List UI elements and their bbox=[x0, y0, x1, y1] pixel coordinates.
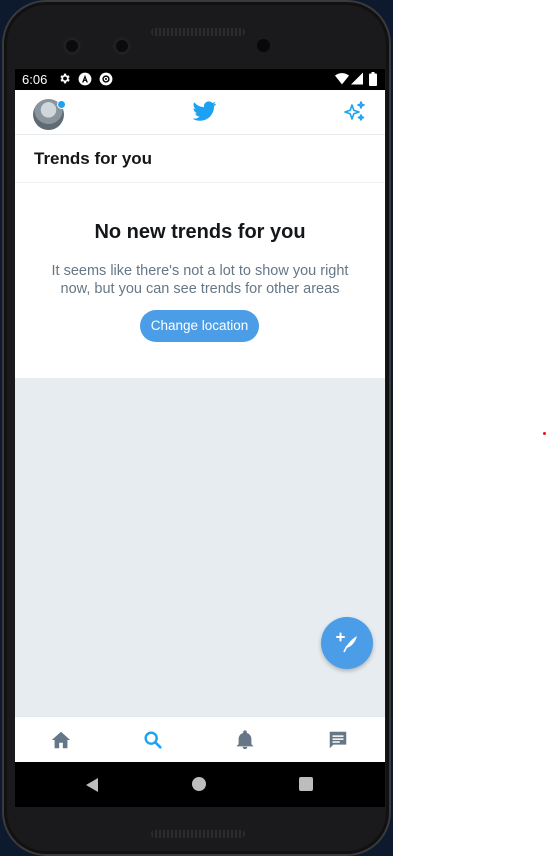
front-camera-secondary bbox=[113, 37, 131, 55]
home-icon[interactable] bbox=[50, 729, 72, 751]
cursor-dot bbox=[543, 432, 546, 435]
status-time: 6:06 bbox=[22, 72, 48, 87]
earpiece-speaker bbox=[151, 28, 245, 36]
a-icon bbox=[78, 72, 92, 89]
empty-state-message: It seems like there's not a lot to show … bbox=[51, 263, 349, 297]
wifi-icon bbox=[335, 72, 349, 88]
signal-icon bbox=[351, 72, 363, 88]
system-navigation-bar bbox=[15, 762, 385, 807]
front-camera bbox=[63, 37, 81, 55]
empty-state-title: No new trends for you bbox=[94, 221, 306, 243]
compose-tweet-icon bbox=[336, 632, 357, 653]
recents-button[interactable] bbox=[299, 777, 313, 791]
bell-icon[interactable] bbox=[234, 729, 256, 751]
app-bar bbox=[15, 90, 385, 135]
screen: 6:06 Trends for you No new trends for yo… bbox=[15, 69, 385, 807]
trends-header: Trends for you bbox=[15, 135, 385, 183]
sparkle-icon[interactable] bbox=[343, 100, 367, 129]
twitter-bird-icon bbox=[191, 99, 218, 128]
home-button[interactable] bbox=[192, 777, 206, 791]
bottom-speaker bbox=[151, 830, 245, 838]
back-button[interactable] bbox=[86, 778, 98, 792]
compose-tweet-button[interactable] bbox=[321, 617, 373, 669]
gear-icon bbox=[58, 72, 71, 88]
search-icon[interactable] bbox=[142, 729, 164, 751]
change-location-button[interactable]: Change location bbox=[140, 310, 259, 342]
status-bar: 6:06 bbox=[15, 69, 385, 90]
notification-dot bbox=[57, 100, 66, 109]
phone-frame: 6:06 Trends for you No new trends for yo… bbox=[2, 0, 391, 856]
page-title: Trends for you bbox=[34, 149, 153, 168]
messages-icon[interactable] bbox=[327, 729, 349, 751]
empty-state-card: No new trends for you It seems like ther… bbox=[15, 183, 385, 378]
proximity-sensor bbox=[257, 39, 270, 52]
sync-icon bbox=[99, 72, 113, 89]
battery-icon bbox=[369, 72, 377, 89]
bottom-navigation bbox=[15, 716, 385, 763]
